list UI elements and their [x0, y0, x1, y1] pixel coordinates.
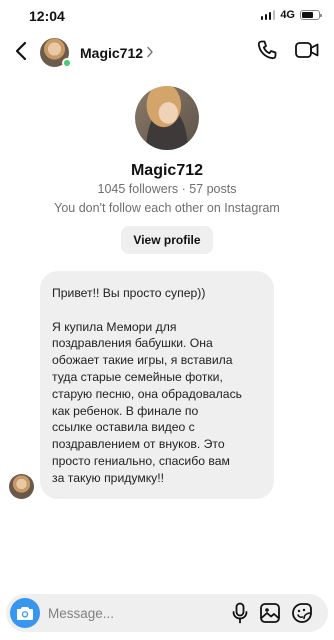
back-icon[interactable] [10, 39, 34, 63]
battery-level [302, 12, 314, 18]
header-username[interactable]: Magic712 [80, 45, 143, 61]
view-profile-button[interactable]: View profile [121, 226, 213, 254]
camera-button[interactable] [10, 598, 40, 628]
sticker-icon[interactable] [291, 602, 313, 624]
online-status-dot [62, 58, 72, 68]
signal-icon [260, 10, 276, 20]
message-bubble[interactable]: Привет!! Вы просто супер)) Я купила Мемо… [40, 271, 274, 499]
status-time: 12:04 [29, 8, 65, 24]
profile-avatar[interactable] [135, 86, 199, 150]
gallery-icon[interactable] [259, 602, 281, 624]
message-body: Я купила Мемори для поздравления бабушки… [52, 319, 243, 485]
message-input[interactable] [48, 603, 198, 623]
chat-header: Magic712 [0, 30, 334, 74]
sender-avatar[interactable] [9, 474, 34, 499]
microphone-icon[interactable] [230, 602, 250, 624]
phone-icon[interactable] [255, 38, 279, 62]
profile-stats: 1045 followers · 57 posts [97, 182, 237, 196]
network-type: 4G [280, 9, 295, 21]
chevron-right-icon[interactable] [145, 45, 155, 59]
profile-name: Magic712 [130, 162, 204, 179]
follow-status-note: You don't follow each other on Instagram [54, 201, 280, 215]
video-camera-icon[interactable] [294, 38, 320, 62]
message-composer [6, 594, 328, 632]
message-greeting: Привет!! Вы просто супер)) [52, 286, 206, 300]
status-bar: 12:04 4G [0, 0, 334, 30]
camera-icon [17, 607, 33, 620]
battery-icon [300, 10, 322, 20]
status-indicators: 4G [260, 9, 322, 21]
